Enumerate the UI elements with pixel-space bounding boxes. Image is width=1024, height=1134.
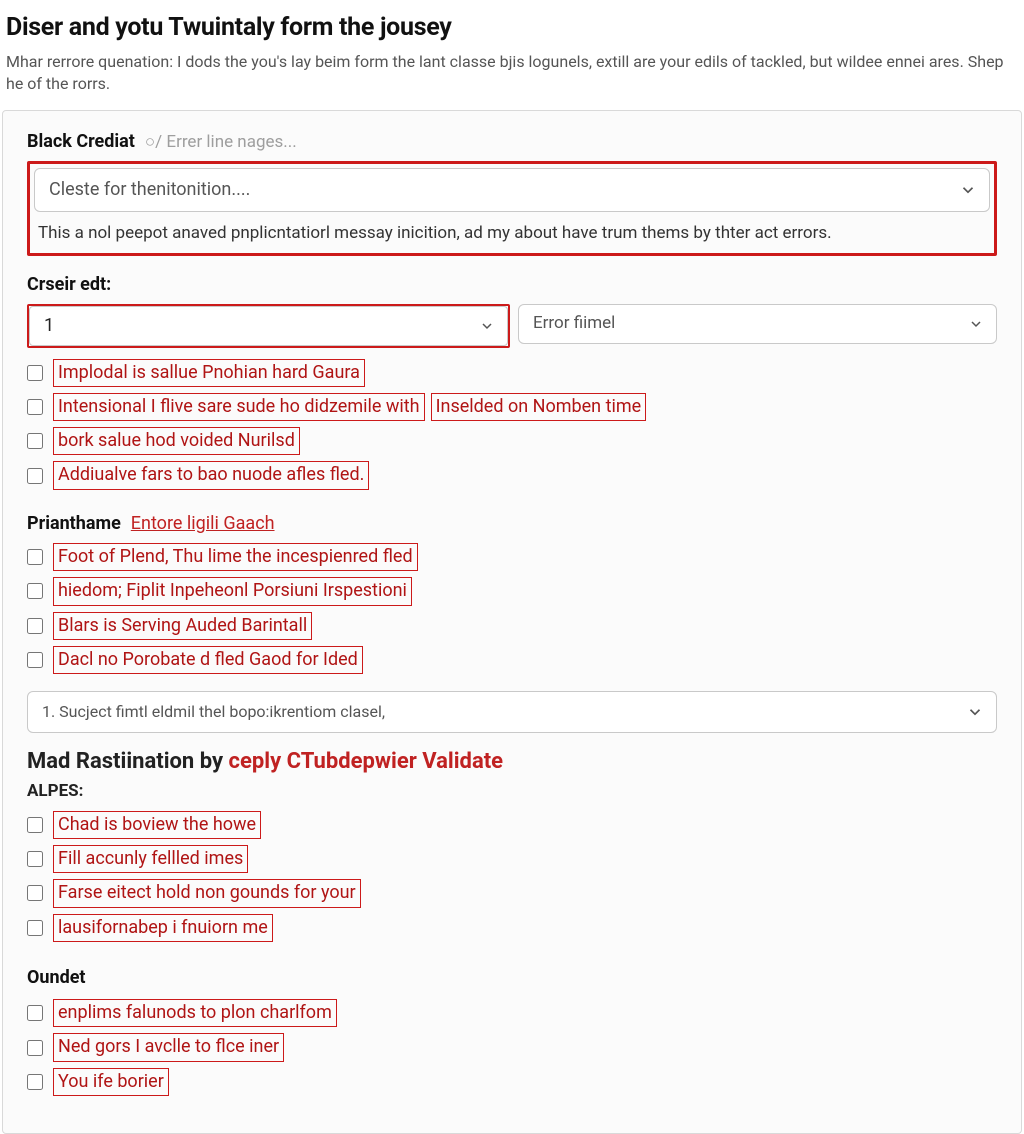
checkbox-label[interactable]: Foot of Plend, Thu lime the incespienred… <box>53 543 418 571</box>
checkbox-label[interactable]: Intensional I flive sare sude ho didzemi… <box>53 393 652 421</box>
checkbox-label[interactable]: Ned gors I avclle to flce iner <box>53 1033 284 1061</box>
chevron-down-icon <box>966 703 984 721</box>
chevron-down-icon <box>959 181 977 199</box>
subject-select-wrap: 1. Sucject fimtl eldmil thel bopo:ikrent… <box>27 691 997 733</box>
subject-select-value: 1. Sucject fimtl eldmil thel bopo:ikrent… <box>42 701 385 723</box>
list-item: Intensional I flive sare sude ho didzemi… <box>27 390 997 424</box>
oundet-checklist: enplims falunods to plon charlfom Ned go… <box>27 996 997 1099</box>
checkbox[interactable] <box>27 1040 43 1056</box>
list-item: lausifornabep i fnuiorn me <box>27 911 997 945</box>
list-item: Dacl no Porobate d fled Gaod for Ided <box>27 643 997 677</box>
checkbox-label[interactable]: Fill accunly fellled imes <box>53 845 248 873</box>
prianthame-label: Prianthame <box>27 511 121 536</box>
error-time-select[interactable]: Error fiimel <box>518 304 997 344</box>
subject-select[interactable]: 1. Sucject fimtl eldmil thel bopo:ikrent… <box>27 691 997 733</box>
list-item: Blars is Serving Auded Barintall <box>27 609 997 643</box>
checkbox[interactable] <box>27 1074 43 1090</box>
chevron-down-icon <box>479 318 495 334</box>
alpes-checklist: Chad is boview the howe Fill accunly fel… <box>27 808 997 945</box>
section-label: Black Crediat <box>27 129 135 154</box>
checkbox[interactable] <box>27 652 43 668</box>
crseir-left-error-wrap: 1 <box>27 304 510 348</box>
crseir-label: Crseir edt: <box>27 272 997 297</box>
form-panel: Black Crediat ○/ Errer line nages... Cle… <box>2 110 1022 1134</box>
checkbox-label-part-a: Intensional I flive sare sude ho didzemi… <box>53 393 425 421</box>
checkbox[interactable] <box>27 468 43 484</box>
list-item: enplims falunods to plon charlfom <box>27 996 997 1030</box>
chevron-down-icon <box>968 316 984 332</box>
checkbox[interactable] <box>27 851 43 867</box>
page-title: Diser and yotu Twuintaly form the jousey <box>6 10 1018 45</box>
checkbox[interactable] <box>27 399 43 415</box>
checkbox[interactable] <box>27 1005 43 1021</box>
crseir-number-input[interactable]: 1 <box>29 306 508 346</box>
checkbox-label[interactable]: Blars is Serving Auded Barintall <box>53 612 312 640</box>
oundet-label: Oundet <box>27 965 997 990</box>
checkbox[interactable] <box>27 433 43 449</box>
prianthame-link[interactable]: Entore ligili Gaach <box>131 511 275 536</box>
checkbox[interactable] <box>27 365 43 381</box>
checkbox-label[interactable]: Chad is boview the howe <box>53 811 261 839</box>
checkbox-label[interactable]: You ife borier <box>53 1068 169 1096</box>
list-item: Foot of Plend, Thu lime the incespienred… <box>27 540 997 574</box>
prianthame-checklist: Foot of Plend, Thu lime the incespienred… <box>27 540 997 677</box>
checkbox[interactable] <box>27 549 43 565</box>
crseir-row: 1 Error fiimel <box>27 304 997 348</box>
checkbox-label[interactable]: enplims falunods to plon charlfom <box>53 999 337 1027</box>
crseir-checklist: Implodal is sallue Pnohian hard Gaura In… <box>27 356 997 493</box>
validate-heading-red: ceply CTubdepwier Validate <box>229 749 504 774</box>
alpes-label: ALPES: <box>27 780 997 804</box>
list-item: hiedom; Fiplit Inpeheonl Porsiuni Irspes… <box>27 574 997 608</box>
checkbox[interactable] <box>27 618 43 634</box>
checkbox[interactable] <box>27 583 43 599</box>
list-item: Farse eitect hold non gounds for your <box>27 876 997 910</box>
error-highlight-box: Cleste for thenitonition.... This a nol … <box>27 161 997 257</box>
validate-heading-plain: Mad Rastiination by <box>27 749 229 774</box>
section-meta: ○/ Errer line nages... <box>145 131 297 155</box>
credit-helper-text: This a nol peepot anaved pnplicntatiorl … <box>34 212 990 250</box>
credit-select[interactable]: Cleste for thenitonition.... <box>34 168 990 212</box>
validate-heading: Mad Rastiination by ceply CTubdepwier Va… <box>27 747 997 778</box>
list-item: You ife borier <box>27 1065 997 1099</box>
list-item: Fill accunly fellled imes <box>27 842 997 876</box>
page-subtitle: Mhar rerrore quenation: I dods the you's… <box>6 51 1006 96</box>
list-item: Chad is boview the howe <box>27 808 997 842</box>
list-item: Addiualve fars to bao nuode afles fled. <box>27 458 997 492</box>
checkbox-label[interactable]: Implodal is sallue Pnohian hard Gaura <box>53 359 365 387</box>
checkbox[interactable] <box>27 920 43 936</box>
crseir-number-value: 1 <box>44 313 54 338</box>
section-black-crediat-header: Black Crediat ○/ Errer line nages... <box>27 129 997 155</box>
error-time-placeholder: Error fiimel <box>533 312 615 336</box>
checkbox-label[interactable]: Dacl no Porobate d fled Gaod for Ided <box>53 646 363 674</box>
list-item: Implodal is sallue Pnohian hard Gaura <box>27 356 997 390</box>
checkbox[interactable] <box>27 817 43 833</box>
checkbox-label-part-b: Inselded on Nomben time <box>431 393 647 421</box>
checkbox-label[interactable]: lausifornabep i fnuiorn me <box>53 914 273 942</box>
checkbox-label[interactable]: hiedom; Fiplit Inpeheonl Porsiuni Irspes… <box>53 577 412 605</box>
checkbox-label[interactable]: Addiualve fars to bao nuode afles fled. <box>53 461 369 489</box>
checkbox-label[interactable]: Farse eitect hold non gounds for your <box>53 879 361 907</box>
page-header: Diser and yotu Twuintaly form the jousey… <box>0 0 1024 110</box>
credit-select-placeholder: Cleste for thenitonition.... <box>49 177 250 202</box>
crseir-right-wrap: Error fiimel <box>518 304 997 348</box>
prianthame-heading: Prianthame Entore ligili Gaach <box>27 511 997 536</box>
list-item: Ned gors I avclle to flce iner <box>27 1030 997 1064</box>
checkbox-label[interactable]: bork salue hod voided Nurilsd <box>53 427 300 455</box>
list-item: bork salue hod voided Nurilsd <box>27 424 997 458</box>
checkbox[interactable] <box>27 885 43 901</box>
